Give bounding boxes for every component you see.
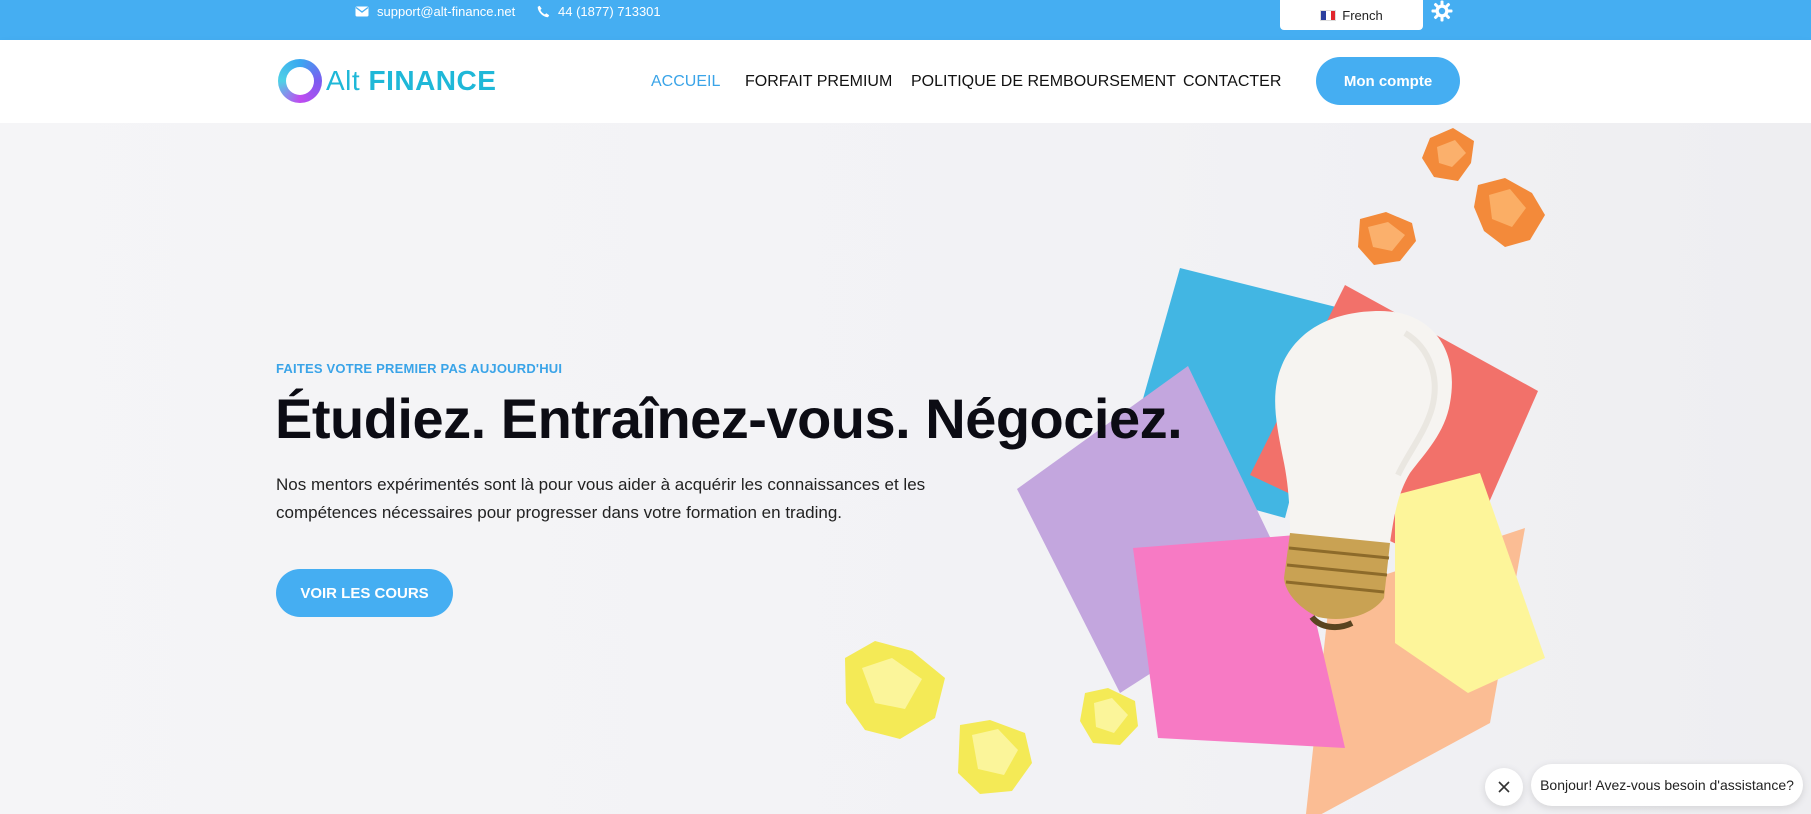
hero-section: FAITES VOTRE PREMIER PAS AUJOURD'HUI Étu…	[0, 123, 1811, 814]
crumpled-paper-yellow-3	[1080, 688, 1138, 745]
hero-description: Nos mentors expérimentés sont là pour vo…	[276, 475, 926, 522]
top-contact-bar: support@alt-finance.net 44 (1877) 713301…	[0, 0, 1811, 40]
chat-greeting-text: Bonjour! Avez-vous besoin d'assistance?	[1540, 777, 1794, 793]
support-phone[interactable]: 44 (1877) 713301	[537, 0, 661, 22]
close-icon	[1498, 781, 1510, 793]
nav-politique-de-remboursement[interactable]: POLITIQUE DE REMBOURSEMENT	[911, 40, 1176, 123]
logo-wordmark: Alt FINANCE	[326, 65, 496, 97]
support-phone-text: 44 (1877) 713301	[558, 3, 661, 19]
chat-close-button[interactable]	[1485, 768, 1523, 806]
logo-text-bold: FINANCE	[368, 65, 497, 96]
language-label: French	[1342, 7, 1383, 23]
phone-icon	[537, 5, 550, 17]
envelope-icon	[355, 6, 369, 16]
hero-headline: Étudiez. Entraînez-vous. Négociez.	[275, 387, 1183, 450]
nav-forfait-premium[interactable]: FORFAIT PREMIUM	[745, 40, 892, 123]
chat-greeting-bubble[interactable]: Bonjour! Avez-vous besoin d'assistance?	[1531, 764, 1803, 806]
crumpled-paper-yellow-1	[845, 641, 945, 739]
crumpled-paper-orange-1	[1422, 128, 1474, 181]
crumpled-paper-orange-3	[1358, 212, 1416, 265]
language-selector[interactable]: French	[1280, 0, 1423, 30]
my-account-button[interactable]: Mon compte	[1316, 57, 1460, 105]
french-flag-icon	[1320, 9, 1337, 21]
crumpled-paper-orange-2	[1474, 178, 1545, 247]
gear-icon[interactable]	[1430, 0, 1454, 22]
view-courses-button[interactable]: VOIR LES COURS	[276, 569, 453, 617]
site-logo[interactable]: Alt FINANCE	[278, 58, 496, 104]
hero-eyebrow: FAITES VOTRE PREMIER PAS AUJOURD'HUI	[276, 361, 563, 376]
support-email-text: support@alt-finance.net	[377, 3, 516, 19]
main-header: Alt FINANCE ACCUEIL FORFAIT PREMIUM POLI…	[0, 40, 1811, 123]
logo-ring-icon	[278, 59, 322, 103]
hero-illustration	[845, 128, 1545, 814]
logo-text-light: Alt	[326, 65, 361, 96]
support-email[interactable]: support@alt-finance.net	[355, 0, 515, 22]
nav-accueil[interactable]: ACCUEIL	[651, 40, 720, 123]
crumpled-paper-yellow-2	[958, 720, 1032, 794]
nav-contacter[interactable]: CONTACTER	[1183, 40, 1281, 123]
